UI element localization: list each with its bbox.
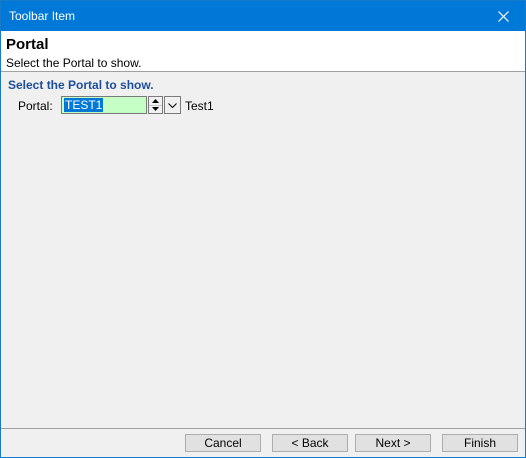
portal-dropdown-button[interactable] xyxy=(164,96,181,114)
next-button[interactable]: Next > xyxy=(355,434,431,452)
chevron-down-icon xyxy=(168,102,177,108)
portal-name: Test1 xyxy=(185,99,214,113)
back-button[interactable]: < Back xyxy=(272,434,348,452)
close-icon xyxy=(497,10,509,22)
close-button[interactable] xyxy=(481,1,525,31)
wizard-window: Toolbar Item Portal Select the Portal to… xyxy=(0,0,526,458)
portal-spinner xyxy=(148,96,163,114)
finish-button[interactable]: Finish xyxy=(442,434,518,452)
portal-input-value: TEST1 xyxy=(64,98,104,112)
footer-divider xyxy=(1,428,525,429)
header-panel: Portal Select the Portal to show. xyxy=(1,31,525,72)
portal-label: Portal: xyxy=(18,99,53,113)
page-subheading: Select the Portal to show. xyxy=(6,56,142,70)
window-title: Toolbar Item xyxy=(9,9,76,23)
page-heading: Portal xyxy=(6,36,49,53)
cancel-button[interactable]: Cancel xyxy=(185,434,261,452)
content-area: Select the Portal to show. Portal: TEST1… xyxy=(1,73,525,428)
section-title: Select the Portal to show. xyxy=(8,78,154,92)
triangle-up-icon xyxy=(152,99,159,103)
portal-input[interactable]: TEST1 xyxy=(61,96,147,114)
spin-down-button[interactable] xyxy=(149,105,162,113)
triangle-down-icon xyxy=(152,107,159,111)
title-bar: Toolbar Item xyxy=(1,1,525,31)
